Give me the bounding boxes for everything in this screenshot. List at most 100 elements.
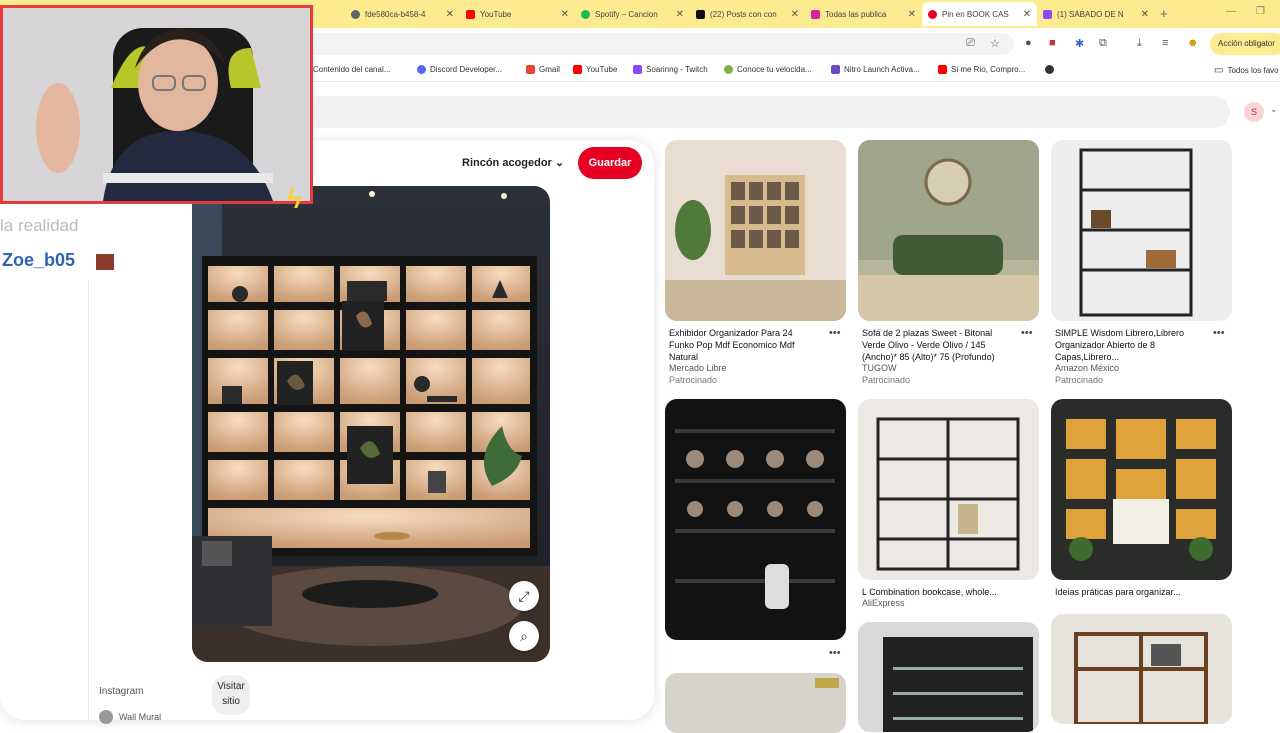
more-options-icon[interactable]: ••• bbox=[1021, 327, 1033, 339]
profile-icon[interactable]: ☻ bbox=[1187, 37, 1199, 49]
tab-7[interactable]: (1) SÁBADO DE N ✕ bbox=[1037, 2, 1155, 26]
nitro-icon bbox=[831, 65, 840, 74]
pin-title[interactable]: SIMPLE Wisdom Librero,Librero Organizado… bbox=[1055, 327, 1205, 363]
chat-message: la realidad bbox=[0, 216, 79, 235]
close-icon[interactable]: ✕ bbox=[676, 9, 684, 20]
pin-source: TUGOW bbox=[862, 363, 897, 373]
pin-source: AliExpress bbox=[862, 598, 905, 608]
pin-title[interactable]: Exhibidor Organizador Para 24 Funko Pop … bbox=[669, 327, 819, 363]
pin-thumbnail bbox=[858, 140, 1039, 321]
action-required-badge[interactable]: Acción obligator bbox=[1210, 33, 1280, 55]
close-icon[interactable]: ✕ bbox=[908, 9, 916, 20]
avatar[interactable]: S bbox=[1244, 102, 1264, 122]
more-options-icon[interactable]: ••• bbox=[829, 327, 841, 339]
bookmark-item[interactable]: Contenido del canal... bbox=[300, 65, 390, 74]
search-bar[interactable] bbox=[300, 96, 1230, 128]
expand-icon[interactable]: ⤢ bbox=[509, 581, 539, 611]
visit-site-button[interactable]: Visitar sitio bbox=[212, 675, 250, 715]
bookmark-item[interactable]: YouTube bbox=[573, 65, 617, 74]
puzzle-icon[interactable]: ⧉ bbox=[1099, 37, 1107, 50]
tab-5[interactable]: Todas las publica ✕ bbox=[805, 2, 922, 26]
pin-source: Amazon México bbox=[1055, 363, 1120, 373]
bookmark-item[interactable]: Nitro Launch Activa... bbox=[831, 65, 920, 74]
emote-icon bbox=[96, 254, 114, 270]
media-icon[interactable]: ≡ bbox=[1162, 37, 1168, 49]
feed-pin-image[interactable] bbox=[1051, 614, 1232, 724]
bookmark-star-icon[interactable]: ☆ bbox=[990, 37, 1000, 50]
folder-icon: ▭ bbox=[1214, 65, 1224, 76]
author-row[interactable]: Wall Mural bbox=[99, 710, 161, 724]
instagram-icon bbox=[811, 9, 820, 19]
speed-icon bbox=[724, 65, 733, 74]
webcam-overlay bbox=[0, 5, 313, 204]
bookmark-item[interactable]: Si me Rio, Compro... bbox=[938, 65, 1025, 74]
save-button[interactable]: Guardar bbox=[578, 147, 642, 179]
address-bar[interactable] bbox=[300, 33, 1014, 55]
pin-image[interactable] bbox=[192, 186, 550, 662]
tab-3[interactable]: Spotify – Cancion ✕ bbox=[575, 2, 690, 26]
bookmark-item[interactable]: Conoce tu velocida... bbox=[724, 65, 812, 74]
pin-title[interactable]: Ideias práticas para organizar... bbox=[1055, 586, 1215, 598]
pin-thumbnail bbox=[858, 399, 1039, 580]
feed-pin-image[interactable] bbox=[858, 140, 1039, 321]
globe-icon bbox=[351, 9, 360, 19]
pin-title[interactable]: Sofá de 2 plazas Sweet - Bitonal Verde O… bbox=[862, 327, 1014, 363]
bookmark-item[interactable]: Gmail bbox=[526, 65, 560, 74]
feed-pin-image[interactable] bbox=[858, 399, 1039, 580]
more-options-icon[interactable]: ••• bbox=[829, 647, 841, 659]
chevron-down-icon: ⌄ bbox=[554, 157, 565, 169]
pin-title[interactable]: L Combination bookcase, whole... bbox=[862, 586, 1022, 598]
pin-thumbnail bbox=[1051, 140, 1232, 321]
board-selector[interactable]: Rincón acogedor ⌄ bbox=[462, 156, 564, 169]
close-icon[interactable]: ✕ bbox=[791, 9, 799, 20]
streamer-video bbox=[3, 8, 310, 201]
close-icon[interactable]: ✕ bbox=[1023, 9, 1031, 20]
new-tab-button[interactable]: + bbox=[1160, 6, 1168, 21]
sponsored-label: Patrocinado bbox=[862, 375, 911, 385]
minimize-icon[interactable]: — bbox=[1226, 6, 1236, 17]
feed-pin-image[interactable] bbox=[1051, 399, 1232, 580]
avatar bbox=[99, 710, 113, 724]
tab-6-active[interactable]: Pin en BOOK CAS ✕ bbox=[922, 2, 1037, 26]
discord-icon bbox=[417, 65, 426, 74]
sponsored-label: Patrocinado bbox=[669, 375, 718, 385]
pin-thumbnail bbox=[665, 673, 846, 733]
bookmark-item[interactable] bbox=[1045, 65, 1054, 74]
install-icon[interactable]: ⎚ bbox=[966, 37, 975, 50]
gmail-icon bbox=[526, 65, 535, 74]
download-icon[interactable]: ⤓ bbox=[1137, 37, 1142, 50]
bookmark-item[interactable]: Discord Developer... bbox=[417, 65, 502, 74]
feed-pin-image[interactable] bbox=[665, 399, 846, 640]
maximize-icon[interactable]: ❐ bbox=[1256, 6, 1265, 17]
pin-source: Mercado Libre bbox=[669, 363, 727, 373]
source-label: Instagram bbox=[99, 686, 144, 697]
twitch-icon bbox=[1043, 9, 1052, 19]
x-icon bbox=[696, 9, 705, 19]
extension-icon[interactable]: ● bbox=[1025, 37, 1032, 49]
tab-2[interactable]: YouTube ✕ bbox=[460, 2, 575, 26]
close-icon[interactable]: ✕ bbox=[446, 9, 454, 20]
feed-pin-image[interactable] bbox=[1051, 140, 1232, 321]
extension-icon[interactable]: ✱ bbox=[1075, 37, 1084, 50]
more-options-icon[interactable]: ••• bbox=[1213, 327, 1225, 339]
divider bbox=[88, 280, 89, 720]
feed-pin-image[interactable] bbox=[665, 140, 846, 321]
close-icon[interactable]: ✕ bbox=[1141, 9, 1149, 20]
pin-thumbnail bbox=[665, 140, 846, 321]
close-icon[interactable]: ✕ bbox=[561, 9, 569, 20]
tab-1[interactable]: fde580ca-b458-4 ✕ bbox=[345, 2, 460, 26]
all-bookmarks[interactable]: ▭ Todos los favo bbox=[1214, 65, 1279, 76]
pin-thumbnail bbox=[1051, 399, 1232, 580]
twitch-icon bbox=[633, 65, 642, 74]
extension-icon[interactable]: ■ bbox=[1049, 37, 1056, 49]
lightning-icon: ϟ bbox=[287, 183, 302, 214]
globe-icon bbox=[1045, 65, 1054, 74]
chat-username: Zoe_b05 bbox=[2, 250, 76, 270]
tab-4[interactable]: (22) Posts con con ✕ bbox=[690, 2, 805, 26]
visual-search-icon[interactable]: ⌕ bbox=[509, 621, 539, 651]
feed-pin-image[interactable] bbox=[858, 622, 1039, 732]
feed-pin-image[interactable] bbox=[665, 673, 846, 733]
pin-thumbnail bbox=[665, 399, 846, 640]
bookmark-item[interactable]: Soarinng - Twitch bbox=[633, 65, 708, 74]
chevron-down-icon[interactable]: ⌄ bbox=[1270, 104, 1278, 115]
